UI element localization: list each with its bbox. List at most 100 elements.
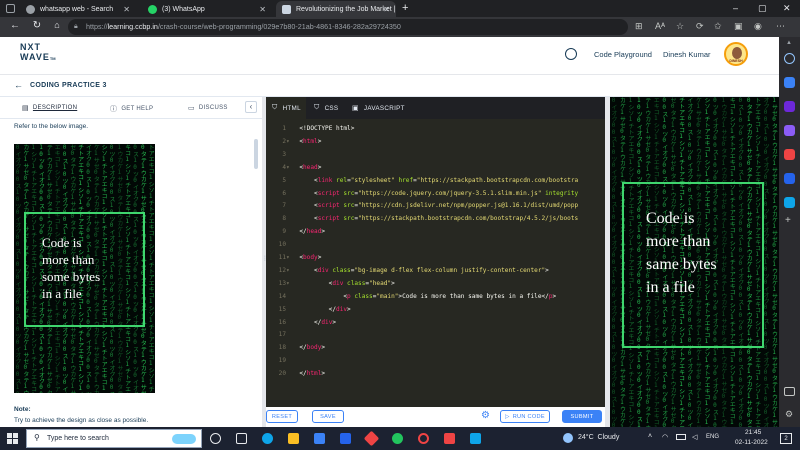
code-line[interactable]: 16 </div> [266,317,605,328]
browser-tab-active[interactable]: Revolutionizing the Job Market | ✕ [276,1,396,17]
back-nav-icon[interactable]: ← [8,20,22,31]
task-view-icon[interactable] [210,433,221,444]
reset-button[interactable]: RESET [266,410,298,423]
app-window-icon[interactable] [470,433,481,444]
code-line[interactable]: 18 </body> [266,342,605,353]
code-token: < [292,292,348,300]
home-icon[interactable]: ⌂ [50,20,64,30]
code-line[interactable]: 19 [266,355,605,366]
code-line[interactable]: 14 <p class="main">Code is more than sam… [266,291,605,302]
tab-discuss[interactable]: ▭ DISCUSS [188,104,228,112]
code-line[interactable]: 5 <link rel="stylesheet" href="https://s… [266,175,605,186]
code-line[interactable]: 2▾ <html> [266,136,605,147]
back-arrow-icon[interactable]: ← [14,80,23,90]
outlook-icon[interactable] [784,197,795,208]
refresh-icon[interactable]: ⟳ [696,21,704,32]
wifi-icon[interactable]: ◠ [662,433,668,441]
weather-text[interactable]: 24°C Cloudy [578,434,619,441]
close-tab-icon[interactable]: ✕ [123,5,130,14]
favorites-icon[interactable]: ✩ [714,21,722,32]
code-line[interactable]: 7 <script src="https://cdn.jsdelivr.net/… [266,200,605,211]
close-tab-icon[interactable]: ✕ [383,5,390,14]
anydesk-icon[interactable] [363,430,380,447]
code-line[interactable]: 11▾ <body> [266,252,605,263]
sidebar-settings-icon[interactable]: ⚙ [785,409,793,420]
panel-scrollbar[interactable] [254,139,258,169]
code-line[interactable]: 20 </html> [266,368,605,379]
avatar[interactable]: DINESH [724,42,748,66]
reload-icon[interactable]: ↻ [30,20,44,31]
maximize-button[interactable]: ▢ [758,3,767,14]
editor-splitter-handle[interactable]: ⋮ [262,255,268,262]
code-line[interactable]: 12▾ <div class="bg-image d-flex flex-col… [266,265,605,276]
store-icon[interactable] [314,433,325,444]
clock-date[interactable]: 02-11-2022 [735,439,768,446]
notification-badge[interactable]: 2 [780,433,792,444]
close-window-button[interactable]: ✕ [783,3,791,14]
profile-icon[interactable]: ◉ [754,21,762,32]
settings-gear-icon[interactable]: ⚙ [481,410,490,421]
language-indicator[interactable]: ENG [706,434,719,440]
code-line[interactable]: 4▾ <head> [266,162,605,173]
new-tab-button[interactable]: + [402,2,408,14]
browser-tab-whatsapp[interactable]: (3) WhatsApp ✕ [142,1,272,17]
file-explorer-icon[interactable] [288,433,299,444]
run-code-button[interactable]: ▷ RUN CODE [500,410,550,423]
add-sidebar-icon[interactable]: + [785,215,791,226]
apps-grid-icon[interactable]: ⊞ [635,21,643,32]
more-menu-icon[interactable]: ⋯ [776,21,785,32]
minimize-button[interactable]: – [733,3,738,13]
volume-icon[interactable]: ◁ [692,433,697,441]
submit-button[interactable]: SUBMIT [562,410,602,423]
window-menu-icon[interactable] [6,4,15,13]
sidebar-toggle-icon[interactable] [784,387,795,396]
battery-icon[interactable] [676,434,686,440]
read-aloud-icon[interactable]: Aᴬ [655,21,665,31]
collections-icon[interactable]: ▣ [734,21,743,32]
clock-time[interactable]: 21:45 [745,429,761,436]
address-bar[interactable]: 🔒︎ https://learning.ccbp.in/crash-course… [68,19,628,35]
code-line[interactable]: 17 [266,329,605,340]
tab-javascript[interactable]: ▣ JAVASCRIPT [346,97,406,119]
code-line[interactable]: 10 [266,239,605,250]
chrome-icon[interactable] [392,433,403,444]
save-button[interactable]: SAVE [312,410,344,423]
tab-description[interactable]: ▤ DESCRIPTION [22,104,77,112]
browser-tab-search[interactable]: whatsapp web - Search ✕ [20,1,136,17]
close-tab-icon[interactable]: ✕ [259,5,266,14]
windows-start-icon[interactable] [7,433,18,444]
opera-icon[interactable] [418,433,429,444]
tab-css[interactable]: ⛉ CSS [308,97,344,119]
widgets-icon[interactable] [236,433,247,444]
preview-text: Code is more than same bytes in a file [646,207,717,299]
nxtwave-logo[interactable]: NXT WAVETM [20,42,56,64]
tab-get-help[interactable]: ⓘ GET HELP [110,104,153,114]
reference-text-line-1: Code is [42,235,82,250]
edge-icon[interactable] [262,433,273,444]
code-line[interactable]: 13▾ <div class="head"> [266,278,605,289]
tray-overflow-icon[interactable]: ˄ [648,433,652,440]
code-line[interactable]: 3 [266,149,605,160]
tab-html[interactable]: ⛉ HTML [266,97,306,119]
code-playground-link[interactable]: Code Playground [594,50,652,59]
tag-icon[interactable] [784,77,795,88]
code-line[interactable]: 6 <script src="https://code.jquery.com/j… [266,188,605,199]
office-icon[interactable] [784,173,795,184]
user-name[interactable]: Dinesh Kumar [663,50,711,59]
code-line[interactable]: 9 </head> [266,226,605,237]
search-icon[interactable] [784,53,795,64]
tools-icon[interactable] [784,125,795,136]
code-line[interactable]: 8 <script src="https://stackpath.bootstr… [266,213,605,224]
collapse-panel-button[interactable]: ‹ [245,101,257,113]
dropbox-icon[interactable] [340,433,351,444]
shopping-bag-icon[interactable] [784,101,795,112]
code-line[interactable]: 15 </div> [266,304,605,315]
games-icon[interactable] [784,149,795,160]
taskbar-search[interactable]: ⚲ Type here to search [26,429,202,448]
sidebar-scroll-up[interactable]: ▲ [786,40,792,46]
code-line[interactable]: 1 <!DOCTYPE html> [266,123,605,134]
timer-icon[interactable] [565,48,577,60]
favorite-star-icon[interactable]: ☆ [676,21,684,32]
media-player-icon[interactable] [444,433,455,444]
code-area[interactable]: 1 <!DOCTYPE html> 2▾ <html> 3 4▾ <head> 5 <l… [266,119,605,407]
